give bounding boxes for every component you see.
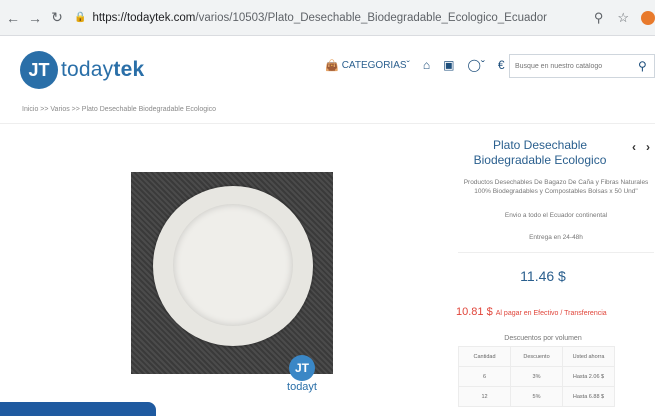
back-icon[interactable]: ← xyxy=(4,9,22,27)
watermark-logo-icon: JT xyxy=(289,355,315,381)
forward-icon[interactable]: → xyxy=(26,9,44,27)
logo-text-light: today xyxy=(61,58,114,81)
delivery-info: Entrega en 24-48h xyxy=(529,234,583,241)
cash-price-note: Al pagar en Efectivo / Transferencia xyxy=(495,310,607,317)
cash-price: 10.81 $ Al pagar en Efectivo / Transfere… xyxy=(456,306,607,318)
home-icon[interactable]: ⌂ xyxy=(423,58,430,72)
next-product-icon[interactable]: › xyxy=(646,140,650,154)
url-host: https://todaytek.com xyxy=(92,11,196,24)
watermark-text: todayt xyxy=(287,381,317,393)
table-header-row: Cantidad Descuento Usted ahorra xyxy=(458,346,615,367)
browser-toolbar: ← → ↻ 🔒 https://todaytek.com /varios/105… xyxy=(0,0,655,36)
categories-menu[interactable]: 👜 CATEGORIAS ˇ xyxy=(325,59,410,72)
cell-savings: Hasta 6.88 $ xyxy=(562,386,615,407)
header-savings: Usted ahorra xyxy=(562,346,615,367)
cell-savings: Hasta 2.06 $ xyxy=(562,366,615,387)
extension-icon[interactable] xyxy=(641,10,655,25)
logo-text-bold: tek xyxy=(113,58,145,81)
chat-tab[interactable] xyxy=(0,402,156,416)
facebook-icon[interactable]: ▣ xyxy=(443,58,454,72)
cell-discount: 5% xyxy=(510,386,563,407)
plate-shape xyxy=(153,186,313,346)
table-row: 12 5% Hasta 6.88 $ xyxy=(458,386,615,407)
zoom-icon[interactable]: ⚲ xyxy=(594,10,604,26)
volume-discount-table: Cantidad Descuento Usted ahorra 6 3% Has… xyxy=(458,346,615,407)
site-header: JT todaytek 👜 CATEGORIAS ˇ ⌂ ▣ ◯ˇ € ⚲ xyxy=(0,36,655,100)
previous-product-icon[interactable]: ‹ xyxy=(632,140,636,154)
url-path: /varios/10503/Plato_Desechable_Biodegrad… xyxy=(195,11,548,24)
cart-icon[interactable]: € xyxy=(498,58,505,72)
table-row: 6 3% Hasta 2.06 $ xyxy=(458,366,615,387)
lock-icon: 🔒 xyxy=(74,12,87,23)
search-icon[interactable]: ⚲ xyxy=(638,59,647,73)
address-bar[interactable]: 🔒 https://todaytek.com /varios/10503/Pla… xyxy=(74,6,580,30)
reload-icon[interactable]: ↻ xyxy=(48,9,66,27)
volume-discount-title: Descuentos por volumen xyxy=(504,335,582,342)
product-price: 11.46 $ xyxy=(520,268,566,284)
header-discount: Descuento xyxy=(510,346,563,367)
cash-price-value: 10.81 $ xyxy=(456,306,493,318)
product-description: Productos Desechables De Bagazo De Caña … xyxy=(463,179,649,195)
logo-text: todaytek xyxy=(61,58,144,82)
categories-label: CATEGORIAS xyxy=(341,59,407,71)
cell-discount: 3% xyxy=(510,366,563,387)
search-box: ⚲ xyxy=(509,54,655,78)
image-watermark: JT todayt xyxy=(270,355,334,393)
plate-center xyxy=(173,204,293,326)
product-info-panel: Plato Desechable Biodegradable Ecologico… xyxy=(450,124,655,414)
cell-quantity: 12 xyxy=(458,386,511,407)
site-logo[interactable]: JT todaytek xyxy=(20,51,144,89)
star-icon[interactable]: ☆ xyxy=(617,10,629,26)
product-title: Plato Desechable Biodegradable Ecologico xyxy=(473,138,607,167)
panel-divider xyxy=(458,252,654,253)
shopping-bag-icon: 👜 xyxy=(325,59,339,72)
chevron-down-icon: ˇ xyxy=(406,59,410,71)
user-icon[interactable]: ◯ˇ xyxy=(467,58,484,72)
logo-mark: JT xyxy=(20,51,58,89)
header-quantity: Cantidad xyxy=(458,346,511,367)
cell-quantity: 6 xyxy=(458,366,511,387)
product-image[interactable] xyxy=(131,172,333,374)
breadcrumb[interactable]: Inicio >> Varios >> Plato Desechable Bio… xyxy=(22,106,216,113)
search-input[interactable] xyxy=(510,56,630,76)
shipping-info: Envio a todo el Ecuador continental xyxy=(504,212,608,219)
